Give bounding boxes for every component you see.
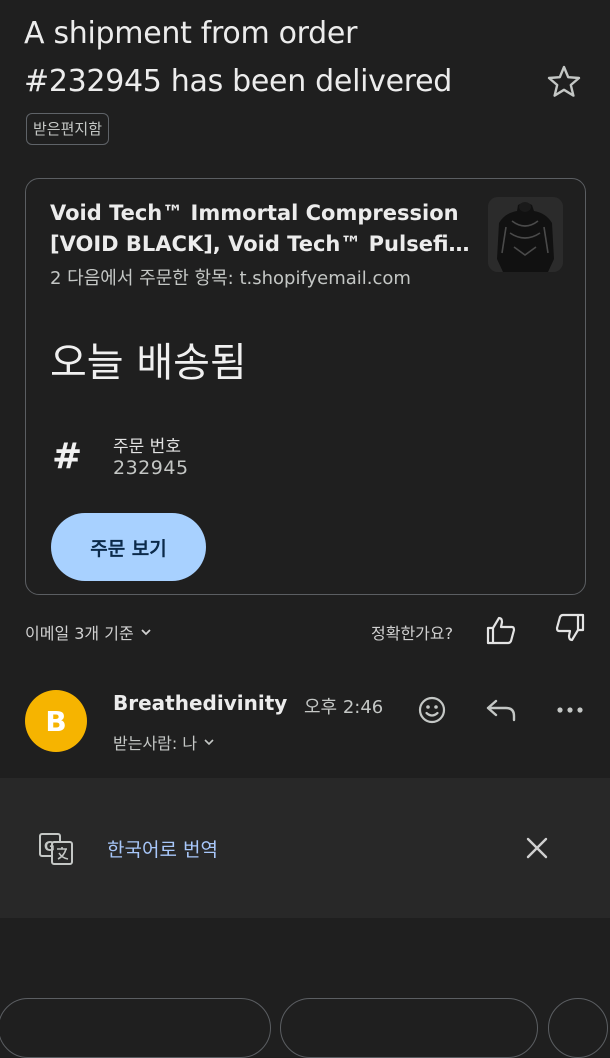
- reply-icon[interactable]: [484, 694, 518, 726]
- more-options-icon[interactable]: [553, 694, 587, 726]
- product-thumbnail[interactable]: [488, 197, 563, 272]
- sent-time: 오후 2:46: [304, 697, 384, 718]
- bottom-action-right[interactable]: [280, 998, 538, 1058]
- thumbs-down-icon[interactable]: [554, 612, 586, 644]
- translate-icon: G: [38, 832, 74, 866]
- item-meta: 2 다음에서 주문한 항목: t.shopifyemail.com: [50, 268, 411, 289]
- summary-source-label: 이메일 3개 기준: [25, 624, 134, 643]
- bottom-action-left[interactable]: [0, 998, 271, 1058]
- sender-name[interactable]: Breathedivinity: [113, 691, 287, 715]
- item-title-line-2: [VOID BLACK], Void Tech™ Pulsefi...: [50, 232, 470, 256]
- item-title: Void Tech™ Immortal Compression [VOID BL…: [50, 198, 470, 260]
- delivery-status: 오늘 배송됨: [50, 340, 247, 386]
- translate-to-korean-link[interactable]: 한국어로 번역: [107, 835, 218, 862]
- translate-bar: [0, 778, 610, 918]
- bottom-action-extra[interactable]: [548, 998, 608, 1058]
- recipient-label: 받는사람: 나: [113, 734, 198, 753]
- subject-line-2: #232945 has been delivered: [24, 64, 453, 99]
- svg-text:G: G: [44, 840, 55, 855]
- chevron-down-icon: [140, 626, 152, 638]
- chevron-down-icon: [203, 736, 215, 748]
- email-subject: A shipment from order #232945 has been d…: [24, 10, 534, 106]
- close-icon[interactable]: [522, 833, 552, 863]
- star-icon[interactable]: [544, 62, 584, 102]
- summary-source-toggle[interactable]: 이메일 3개 기준: [25, 620, 152, 644]
- recipient-toggle[interactable]: 받는사람: 나: [113, 730, 215, 754]
- view-order-button[interactable]: 주문 보기: [51, 513, 206, 581]
- order-number-label: 주문 번호: [113, 437, 181, 457]
- subject-line-1: A shipment from order: [24, 16, 358, 51]
- hash-icon: #: [52, 436, 83, 477]
- emoji-reaction-icon[interactable]: [416, 694, 448, 726]
- thumbs-up-icon[interactable]: [485, 614, 517, 646]
- accuracy-question: 정확한가요?: [371, 624, 454, 643]
- inbox-label-chip[interactable]: 받은편지함: [26, 113, 110, 145]
- item-title-line-1: Void Tech™ Immortal Compression: [50, 201, 459, 225]
- sender-avatar[interactable]: B: [25, 690, 87, 752]
- order-number: 232945: [113, 457, 189, 479]
